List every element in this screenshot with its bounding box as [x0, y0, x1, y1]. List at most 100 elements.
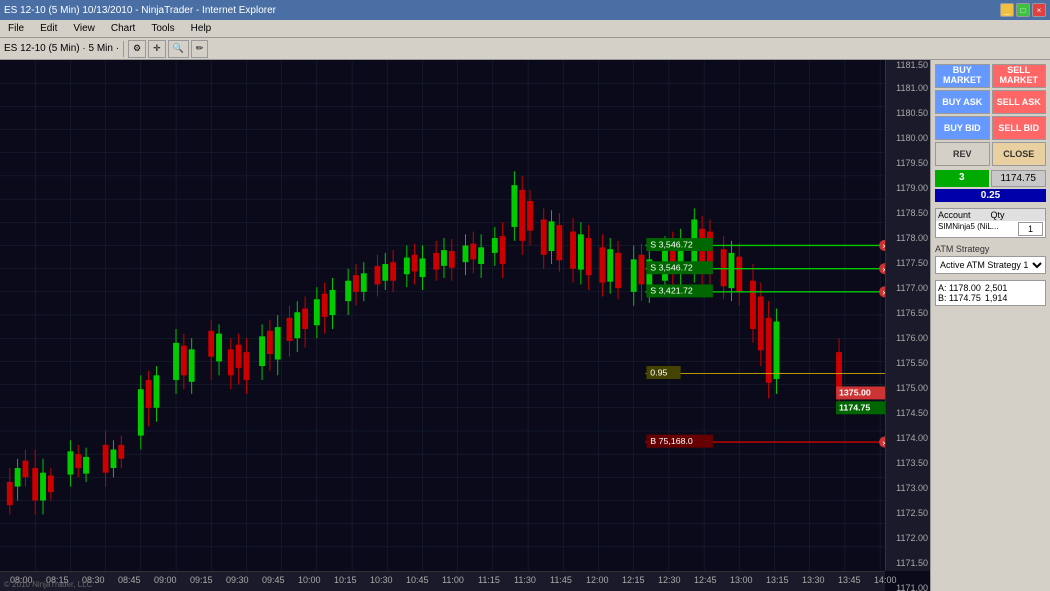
price-1178-00: 1178.00 — [896, 233, 928, 243]
price-1179-00: 1179.00 — [896, 183, 928, 193]
chart-area[interactable]: S 3,546.72 × 1177.5 S 3,546.72 × 1177.0 … — [0, 60, 930, 591]
account-name: SIMNinja5 (NiL... — [938, 222, 1018, 236]
time-1230: 12:30 — [658, 575, 681, 585]
time-1200: 12:00 — [586, 575, 609, 585]
pnl-value: 3 — [935, 170, 989, 187]
market-order-row: BUYMARKET SELLMARKET — [935, 64, 1046, 88]
position-b-row: B: 1174.75 1,914 — [938, 293, 1043, 303]
menu-bar: File Edit View Chart Tools Help — [0, 20, 1050, 38]
candle-group-24 — [721, 236, 743, 306]
ticks-value: 0.25 — [935, 189, 1046, 202]
position-b-qty: 1,914 — [985, 293, 1008, 303]
price-1173-50: 1173.50 — [896, 458, 928, 468]
time-axis: 08:00 08:15 08:30 08:45 09:00 09:15 09:3… — [0, 571, 885, 591]
rev-close-row: REV CLOSE — [935, 142, 1046, 166]
pnl-price: 1174.75 — [991, 170, 1047, 187]
price-1177-00: 1177.00 — [896, 283, 928, 293]
time-1015: 10:15 — [334, 575, 357, 585]
price-1179-50: 1179.50 — [896, 158, 928, 168]
price-1172-50: 1172.50 — [896, 508, 928, 518]
svg-text:S 3,546.72: S 3,546.72 — [650, 263, 693, 273]
price-1173-00: 1173.00 — [896, 483, 928, 493]
time-1130: 11:30 — [514, 575, 536, 585]
svg-text:0.95: 0.95 — [650, 368, 667, 378]
candle-group-15 — [433, 238, 455, 281]
time-1245: 12:45 — [694, 575, 717, 585]
candle-group-20 — [599, 234, 621, 299]
toolbar-zoom[interactable]: 🔍 — [168, 40, 189, 58]
price-1171-50: 1171.50 — [896, 558, 928, 568]
toolbar-crosshair[interactable]: ✛ — [148, 40, 166, 58]
maximize-button[interactable]: □ — [1016, 3, 1030, 17]
time-1345: 13:45 — [838, 575, 861, 585]
candlestick-chart: S 3,546.72 × 1177.5 S 3,546.72 × 1177.0 … — [0, 60, 885, 571]
app-window: ES 12-10 (5 Min) 10/13/2010 - NinjaTrade… — [0, 0, 1050, 591]
minimize-button[interactable]: _ — [1000, 3, 1014, 17]
time-1030: 10:30 — [370, 575, 393, 585]
candle-group-19 — [570, 218, 592, 290]
buy-bid-button[interactable]: BUY BID — [935, 116, 990, 140]
sell-market-button[interactable]: SELLMARKET — [992, 64, 1047, 88]
title-bar-text: ES 12-10 (5 Min) 10/13/2010 - NinjaTrade… — [4, 5, 1000, 16]
close-position-button[interactable]: CLOSE — [992, 142, 1047, 166]
candle-group-9 — [259, 315, 281, 380]
copyright: © 2010 NinjaTrader, LLC — [4, 580, 92, 589]
ask-order-row: BUY ASK SELL ASK — [935, 90, 1046, 114]
account-row: SIMNinja5 (NiL... — [936, 221, 1045, 237]
account-col-header: Account — [938, 210, 991, 220]
qty-col-header: Qty — [991, 210, 1044, 220]
toolbar-properties[interactable]: ⚙ — [128, 40, 146, 58]
qty-input[interactable] — [1018, 222, 1043, 236]
candle-group-23 — [691, 208, 713, 293]
main-content: S 3,546.72 × 1177.5 S 3,546.72 × 1177.0 … — [0, 60, 1050, 591]
ticks-row: 0.25 — [935, 189, 1046, 202]
title-bar-buttons: _ □ × — [1000, 3, 1046, 17]
candle-group-14 — [404, 244, 426, 290]
atm-strategy-select[interactable]: Active ATM Strategy 1 - C — [935, 256, 1046, 274]
svg-text:S 3,546.72: S 3,546.72 — [650, 240, 693, 250]
price-1175-00: 1175.00 — [896, 383, 928, 393]
sell-bid-button[interactable]: SELL BID — [992, 116, 1047, 140]
close-window-button[interactable]: × — [1032, 3, 1046, 17]
time-1000: 10:00 — [298, 575, 321, 585]
time-0930: 09:30 — [226, 575, 249, 585]
time-1115: 11:15 — [478, 575, 500, 585]
menu-edit[interactable]: Edit — [36, 22, 61, 35]
price-1172-00: 1172.00 — [896, 533, 928, 543]
price-1174-50: 1174.50 — [896, 408, 928, 418]
buy-market-button[interactable]: BUYMARKET — [935, 64, 990, 88]
candle-group-6 — [173, 329, 195, 394]
price-1174-00: 1174.00 — [896, 433, 928, 443]
positions-section: A: 1178.00 2,501 B: 1174.75 1,914 — [935, 280, 1046, 306]
price-1180-00: 1180.00 — [896, 133, 928, 143]
candle-group-18 — [541, 208, 563, 271]
atm-label: ATM Strategy — [935, 244, 1046, 254]
menu-help[interactable]: Help — [187, 22, 216, 35]
time-0845: 08:45 — [118, 575, 141, 585]
menu-file[interactable]: File — [4, 22, 28, 35]
menu-tools[interactable]: Tools — [147, 22, 178, 35]
buy-ask-button[interactable]: BUY ASK — [935, 90, 990, 114]
candle-group-16 — [463, 232, 485, 278]
svg-text:B 75,168.0: B 75,168.0 — [650, 436, 693, 446]
title-bar: ES 12-10 (5 Min) 10/13/2010 - NinjaTrade… — [0, 0, 1050, 20]
toolbar-separator-1 — [123, 41, 124, 57]
position-a-label: A: 1178.00 — [938, 283, 981, 293]
time-0945: 09:45 — [262, 575, 285, 585]
menu-view[interactable]: View — [69, 22, 99, 35]
position-a-qty: 2,501 — [985, 283, 1008, 293]
menu-chart[interactable]: Chart — [107, 22, 139, 35]
position-a-row: A: 1178.00 2,501 — [938, 283, 1043, 293]
rev-button[interactable]: REV — [935, 142, 990, 166]
time-1400: 14:00 — [874, 575, 897, 585]
chart-label: ES 12-10 (5 Min) · 5 Min · — [4, 43, 119, 54]
atm-strategy-section: ATM Strategy Active ATM Strategy 1 - C — [935, 244, 1046, 274]
price-1175-50: 1175.50 — [896, 358, 928, 368]
bid-order-row: BUY BID SELL BID — [935, 116, 1046, 140]
price-1180-50: 1180.50 — [896, 108, 928, 118]
sell-ask-button[interactable]: SELL ASK — [992, 90, 1047, 114]
toolbar: ES 12-10 (5 Min) · 5 Min · ⚙ ✛ 🔍 ✏ — [0, 38, 1050, 60]
toolbar-draw[interactable]: ✏ — [191, 40, 209, 58]
pnl-row: 3 1174.75 — [935, 170, 1046, 187]
price-1177-50: 1177.50 — [896, 258, 928, 268]
